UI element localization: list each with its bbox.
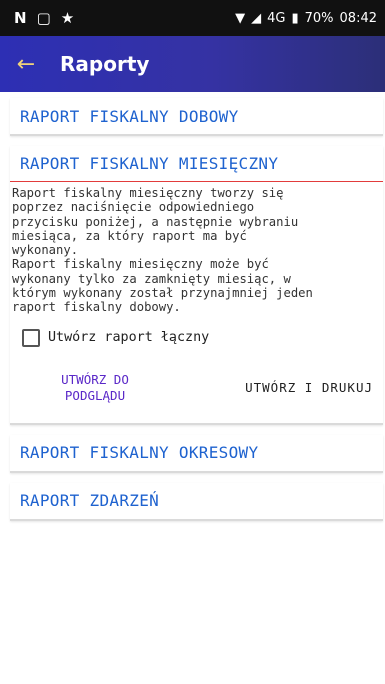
section-events-report[interactable]: RAPORT ZDARZEŃ [10, 482, 383, 521]
monthly-report-description: Raport fiskalny miesięczny tworzy się po… [12, 186, 313, 315]
clock: 08:42 [339, 10, 377, 26]
section-monthly-report-label[interactable]: RAPORT FISKALNY MIESIĘCZNY [10, 146, 383, 182]
notification-icon: ▢ [36, 9, 51, 27]
battery-icon: ▮ [291, 10, 299, 26]
app-bar: ← Raporty [0, 36, 385, 92]
section-monthly-report: RAPORT FISKALNY MIESIĘCZNY Raport fiskal… [10, 146, 383, 425]
phone-screen: N ▢ ★ ▼ ◢ 4G ▮ 70% 08:42 ← Raporty RAPOR… [0, 0, 385, 684]
combined-report-checkbox[interactable] [22, 328, 40, 347]
status-bar: N ▢ ★ ▼ ◢ 4G ▮ 70% 08:42 [0, 0, 385, 36]
arrow-back-icon[interactable]: ← [0, 52, 52, 77]
status-right: ▼ ◢ 4G ▮ 70% 08:42 [235, 11, 377, 26]
section-events-report-label[interactable]: RAPORT ZDARZEŃ [10, 483, 383, 519]
signal-icon: ◢ [251, 10, 262, 26]
reports-list: RAPORT FISKALNY DOBOWY RAPORT FISKALNY M… [0, 92, 385, 521]
create-and-print-button[interactable]: UTWÓRZ I DRUKUJ [245, 380, 373, 395]
page-title: Raporty [60, 52, 150, 76]
section-periodic-report-label[interactable]: RAPORT FISKALNY OKRESOWY [10, 435, 383, 471]
section-periodic-report[interactable]: RAPORT FISKALNY OKRESOWY [10, 434, 383, 473]
section-daily-report-label[interactable]: RAPORT FISKALNY DOBOWY [10, 98, 383, 134]
section-daily-report[interactable]: RAPORT FISKALNY DOBOWY [10, 98, 383, 136]
combined-report-checkbox-row[interactable]: Utwórz raport łączny [22, 328, 383, 347]
star-icon: ★ [60, 9, 75, 27]
combined-report-checkbox-label: Utwórz raport łączny [48, 330, 210, 346]
status-left-icons: N ▢ ★ [14, 9, 74, 27]
wifi-icon: ▼ [235, 10, 246, 26]
battery-percent: 70% [304, 10, 334, 26]
nfc-icon: N [14, 9, 27, 27]
monthly-report-actions: UTWÓRZ DO PODGLĄDU UTWÓRZ I DRUKUJ [10, 365, 383, 423]
create-preview-button[interactable]: UTWÓRZ DO PODGLĄDU [40, 372, 150, 404]
network-type: 4G [267, 10, 286, 26]
